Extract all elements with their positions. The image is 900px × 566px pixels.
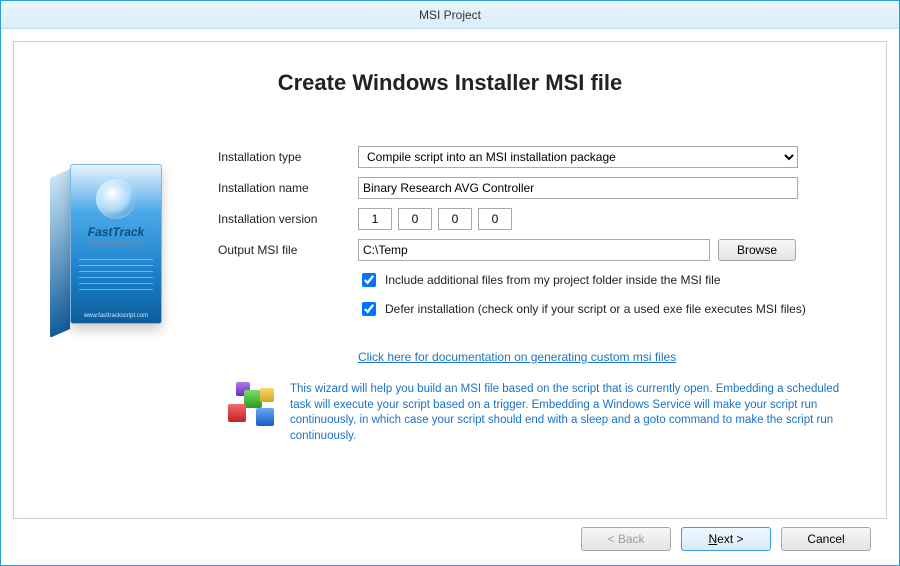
help-area: This wizard will help you build an MSI f… bbox=[36, 382, 864, 444]
install-version-label: Installation version bbox=[218, 212, 348, 226]
body-area: Create Windows Installer MSI file FastTr… bbox=[1, 29, 899, 565]
output-file-label: Output MSI file bbox=[218, 243, 348, 257]
version-build-input[interactable] bbox=[438, 208, 472, 230]
cancel-button[interactable]: Cancel bbox=[781, 527, 871, 551]
window-title: MSI Project bbox=[419, 8, 481, 22]
product-box-art: FastTrack ENTERPRISE www.fasttrackscript… bbox=[36, 146, 186, 364]
back-button: < Back bbox=[581, 527, 671, 551]
box-footer: www.fasttrackscript.com bbox=[71, 313, 161, 319]
install-name-label: Installation name bbox=[218, 181, 348, 195]
form-area: FastTrack ENTERPRISE www.fasttrackscript… bbox=[36, 146, 864, 364]
window: MSI Project Create Windows Installer MSI… bbox=[0, 0, 900, 566]
include-files-checkbox[interactable] bbox=[362, 273, 376, 287]
box3d-icon: FastTrack ENTERPRISE www.fasttrackscript… bbox=[46, 156, 166, 336]
browse-button[interactable]: Browse bbox=[718, 239, 796, 261]
help-text: This wizard will help you build an MSI f… bbox=[290, 382, 864, 444]
output-row: Browse bbox=[358, 239, 864, 261]
button-bar: < Back Next > Cancel bbox=[13, 527, 887, 553]
documentation-link[interactable]: Click here for documentation on generati… bbox=[358, 350, 864, 364]
version-minor-input[interactable] bbox=[398, 208, 432, 230]
next-hotkey: N bbox=[708, 532, 717, 546]
box-tag: ENTERPRISE bbox=[71, 242, 161, 249]
include-files-label: Include additional files from my project… bbox=[385, 273, 721, 287]
page-title: Create Windows Installer MSI file bbox=[36, 70, 864, 96]
defer-install-checkbox[interactable] bbox=[362, 302, 376, 316]
form-grid: Installation type Compile script into an… bbox=[218, 146, 864, 364]
defer-install-label: Defer installation (check only if your s… bbox=[385, 302, 806, 316]
box-brand: FastTrack bbox=[71, 225, 161, 239]
blocks-icon bbox=[226, 382, 278, 430]
defer-install-row: Defer installation (check only if your s… bbox=[358, 299, 864, 319]
version-rev-input[interactable] bbox=[478, 208, 512, 230]
include-files-row: Include additional files from my project… bbox=[358, 270, 864, 290]
install-type-label: Installation type bbox=[218, 150, 348, 164]
install-type-select[interactable]: Compile script into an MSI installation … bbox=[358, 146, 798, 168]
output-path-input[interactable] bbox=[358, 239, 710, 261]
wizard-panel: Create Windows Installer MSI file FastTr… bbox=[13, 41, 887, 519]
titlebar: MSI Project bbox=[1, 1, 899, 29]
next-button[interactable]: Next > bbox=[681, 527, 771, 551]
version-major-input[interactable] bbox=[358, 208, 392, 230]
install-name-input[interactable] bbox=[358, 177, 798, 199]
next-rest: ext > bbox=[717, 532, 743, 546]
version-row bbox=[358, 208, 864, 230]
